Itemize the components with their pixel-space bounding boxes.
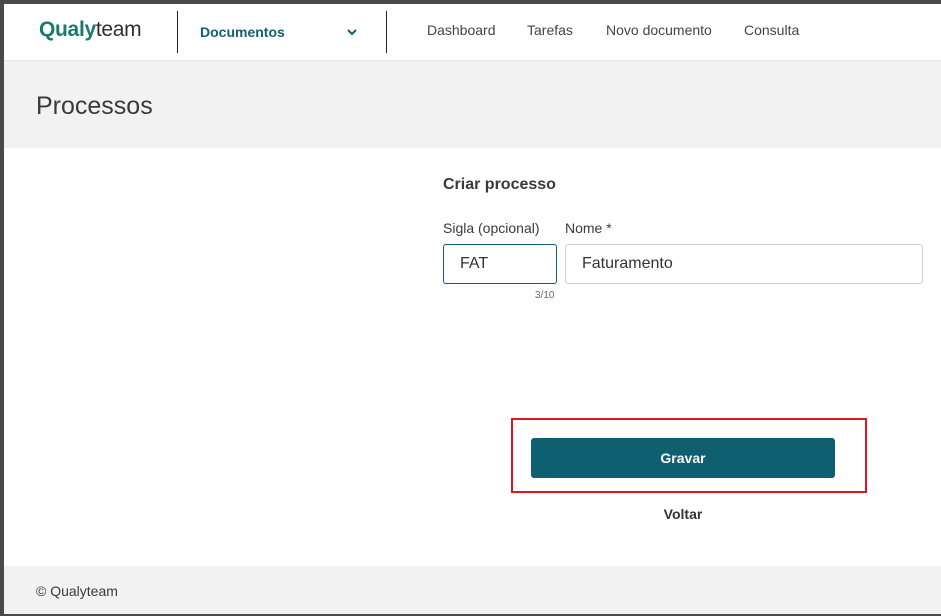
voltar-button[interactable]: Voltar xyxy=(631,504,735,524)
form-title: Criar processo xyxy=(443,176,556,193)
app-window: Qualyteam Documentos Dashboard Tarefas N… xyxy=(4,4,941,614)
chevron-down-icon xyxy=(347,29,357,36)
sigla-character-counter: 3/10 xyxy=(535,290,555,301)
nav-dashboard[interactable]: Dashboard xyxy=(427,22,496,38)
footer-copyright: © Qualyteam xyxy=(36,583,118,599)
top-navigation-bar: Qualyteam Documentos Dashboard Tarefas N… xyxy=(4,4,941,61)
nome-input-value: Faturamento xyxy=(582,255,673,272)
footer: © Qualyteam xyxy=(4,566,941,614)
qualyteam-logo[interactable]: Qualyteam xyxy=(39,18,142,42)
nav-novo-documento[interactable]: Novo documento xyxy=(606,22,712,38)
divider xyxy=(177,11,178,53)
logo-primary-text: Qualy xyxy=(39,18,96,41)
module-select[interactable]: Documentos xyxy=(200,18,360,46)
page-header: Processos xyxy=(4,61,941,148)
logo-secondary-text: team xyxy=(95,18,142,41)
nav-tarefas[interactable]: Tarefas xyxy=(527,22,573,38)
gravar-button[interactable]: Gravar xyxy=(531,438,835,478)
nome-input[interactable]: Faturamento xyxy=(565,244,923,284)
module-select-value: Documentos xyxy=(200,24,285,40)
divider xyxy=(386,11,387,53)
nome-label: Nome * xyxy=(565,220,612,236)
page-title: Processos xyxy=(36,92,153,120)
sigla-label: Sigla (opcional) xyxy=(443,220,540,236)
nav-consulta[interactable]: Consulta xyxy=(744,22,799,38)
sigla-input[interactable]: FAT xyxy=(443,244,557,284)
sigla-input-value: FAT xyxy=(460,255,489,272)
